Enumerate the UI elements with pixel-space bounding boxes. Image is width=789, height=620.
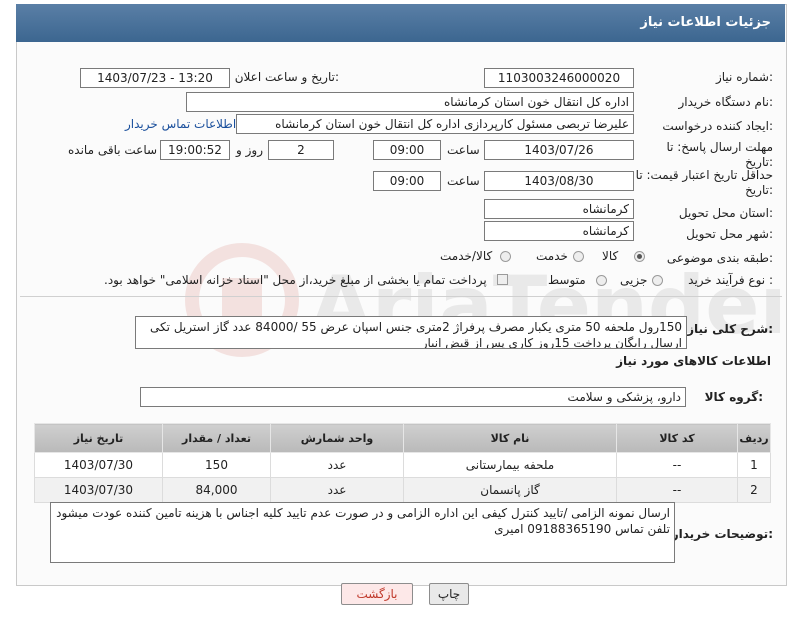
back-button[interactable]: بازگشت (341, 583, 413, 605)
price-validity-time: 09:00 (373, 171, 441, 191)
divider (20, 296, 782, 297)
reply-deadline-date: 1403/07/26 (484, 140, 634, 160)
category-option-service: خدمت (536, 249, 568, 263)
cell-need-date: 1403/07/30 (34, 477, 163, 503)
cell-need-date: 1403/07/30 (34, 452, 163, 478)
goods-section-title: اطلاعات کالاهای مورد نیاز (616, 354, 771, 368)
items-table: ردیف کد کالا نام کالا واحد شمارش تعداد /… (34, 423, 771, 503)
goods-group-label: گروه کالا: (704, 390, 763, 404)
price-validity-date: 1403/08/30 (484, 171, 634, 191)
cell-item-code: -- (616, 477, 738, 503)
col-item-code: کد کالا (616, 423, 738, 453)
reply-time-label: ساعت (447, 143, 480, 157)
price-validity-label: حداقل تاریخ اعتبار قیمت: تا تاریخ: (635, 168, 773, 197)
cell-row-number: 1 (737, 452, 771, 478)
buyer-notes-field: ارسال نمونه الزامی /تایید کنترل کیفی این… (50, 502, 675, 563)
col-row-number: ردیف (737, 423, 771, 453)
treasury-payment-checkbox[interactable] (497, 274, 508, 285)
col-quantity: تعداد / مقدار (162, 423, 271, 453)
buyer-org-label: نام دستگاه خریدار: (678, 95, 774, 109)
table-row: 2 -- گاز پانسمان عدد 84,000 1403/07/30 (34, 477, 771, 503)
description-field: 150رول ملحفه 50 متری یکبار مصرف پرفراژ 2… (135, 316, 687, 349)
cell-quantity: 150 (162, 452, 271, 478)
col-unit: واحد شمارش (270, 423, 404, 453)
process-label: نوع فرآیند خرید : (688, 273, 773, 287)
reply-deadline-label: مهلت ارسال پاسخ: تا تاریخ: (666, 140, 773, 169)
delivery-city-label: شهر محل تحویل: (686, 227, 773, 241)
cell-unit: عدد (270, 452, 404, 478)
announce-datetime-field: 1403/07/23 - 13:20 (80, 68, 230, 88)
cell-item-name: ملحفه بیمارستانی (403, 452, 617, 478)
reply-days-field: 2 (268, 140, 334, 160)
cell-item-code: -- (616, 452, 738, 478)
buyer-notes-label: توضیحات خریدار: (671, 527, 773, 541)
buyer-contact-link[interactable]: اطلاعات تماس خریدار (125, 117, 236, 131)
table-row: 1 -- ملحفه بیمارستانی عدد 150 1403/07/30 (34, 452, 771, 478)
col-item-name: نام کالا (403, 423, 617, 453)
process-radio-minor[interactable] (652, 275, 663, 286)
treasury-payment-note: پرداخت تمام یا بخشی از مبلغ خرید،از محل … (104, 273, 487, 287)
need-number-label: شماره نیاز: (715, 70, 773, 84)
need-number-field: 1103003246000020 (484, 68, 634, 88)
delivery-city-field: کرمانشاه (484, 221, 634, 241)
category-label: طبقه بندی موضوعی: (666, 251, 773, 265)
category-option-both: کالا/خدمت (440, 249, 493, 263)
delivery-province-field: کرمانشاه (484, 199, 634, 219)
table-header-row: ردیف کد کالا نام کالا واحد شمارش تعداد /… (34, 423, 771, 453)
buyer-org-field: اداره کل انتقال خون استان کرمانشاه (186, 92, 634, 112)
process-option-medium: متوسط (548, 273, 586, 287)
print-button[interactable]: چاپ (429, 583, 469, 605)
page-title: جزئیات اطلاعات نیاز (640, 15, 771, 30)
delivery-province-label: استان محل تحویل: (678, 206, 773, 220)
category-radio-both[interactable] (500, 251, 511, 262)
requester-field: علیرضا تربصی مسئول کارپردازی اداره کل ان… (236, 114, 634, 134)
remaining-time-label: ساعت باقی مانده (68, 143, 158, 157)
cell-unit: عدد (270, 477, 404, 503)
category-option-goods: کالا (602, 249, 619, 263)
reply-days-label: روز و (236, 143, 263, 157)
category-radio-service[interactable] (573, 251, 584, 262)
description-label: شرح کلی نیاز: (687, 322, 773, 336)
cell-row-number: 2 (737, 477, 771, 503)
process-radio-medium[interactable] (596, 275, 607, 286)
reply-deadline-time: 09:00 (373, 140, 441, 160)
process-option-minor: جزیی (620, 273, 648, 287)
remaining-time-field: 19:00:52 (160, 140, 230, 160)
goods-group-field: دارو، پزشکی و سلامت (140, 387, 686, 407)
requester-label: ایجاد کننده درخواست: (662, 119, 773, 133)
price-time-label: ساعت (447, 174, 480, 188)
col-need-date: تاریخ نیاز (34, 423, 163, 453)
panel-header: جزئیات اطلاعات نیاز (16, 4, 785, 42)
cell-item-name: گاز پانسمان (403, 477, 617, 503)
cell-quantity: 84,000 (162, 477, 271, 503)
category-radio-goods[interactable] (634, 251, 645, 262)
